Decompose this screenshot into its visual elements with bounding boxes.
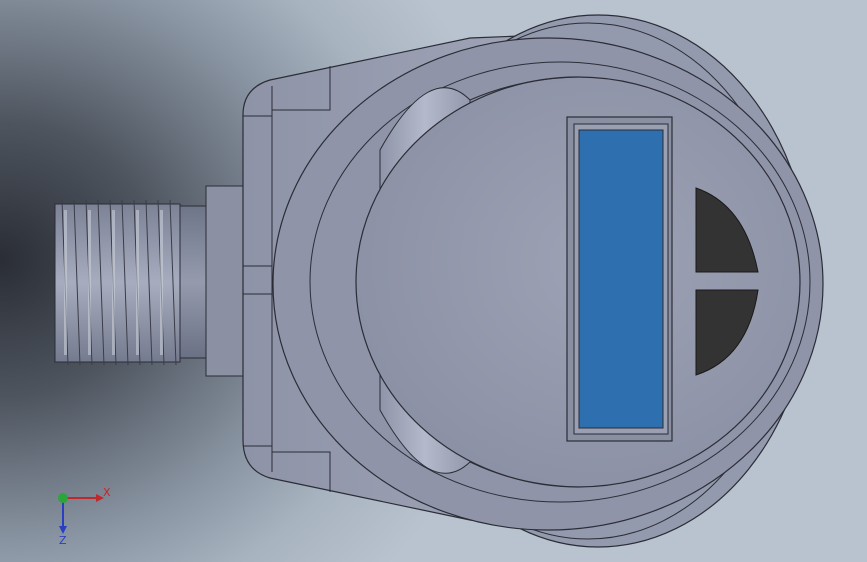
triad-icon: X Z — [58, 486, 111, 547]
z-axis-label: Z — [59, 534, 67, 547]
coordinate-triad: X Z — [46, 478, 116, 548]
threaded-connector — [54, 199, 181, 366]
cad-viewport[interactable]: X Z — [0, 0, 867, 562]
connector-collar — [205, 185, 247, 377]
pressure-gauge-model — [54, 14, 824, 548]
x-axis-label: X — [103, 486, 111, 499]
connector-neck — [179, 205, 209, 359]
lcd-display — [566, 116, 673, 442]
